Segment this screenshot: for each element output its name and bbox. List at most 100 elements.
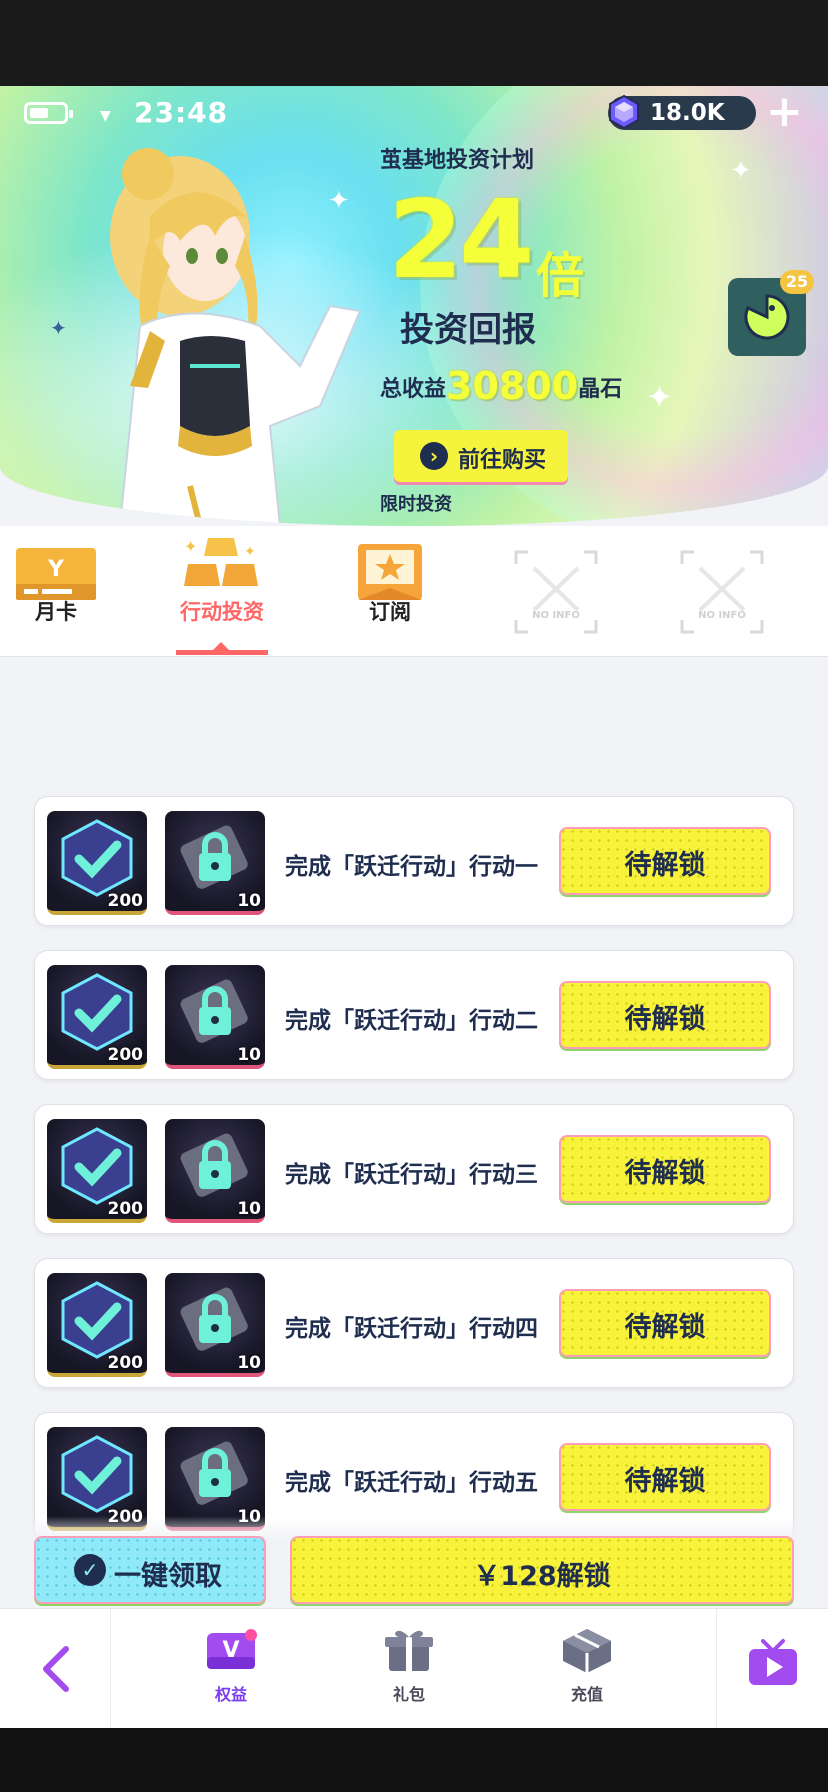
- ticket-reward[interactable]: 10: [165, 965, 265, 1069]
- reward-count: 200: [107, 1353, 144, 1373]
- task-row: 200 10 完成「跃迁行动」行动一 待解锁: [34, 796, 794, 926]
- go-buy-button[interactable]: › 前往购买: [394, 430, 568, 482]
- purchase-unlock-button[interactable]: ￥128解锁: [290, 1536, 794, 1604]
- signal-icon: ▼: [100, 108, 111, 124]
- sparkle-icon: ✦: [730, 156, 752, 186]
- task-row: 200 10 完成「跃迁行动」行动三 待解锁: [34, 1104, 794, 1234]
- tv-icon: [749, 1639, 797, 1685]
- tab-placeholder[interactable]: NO INFO: [672, 526, 772, 656]
- no-info-icon: [514, 550, 598, 634]
- crystal-amount: 18.0K: [650, 100, 725, 126]
- ticket-reward[interactable]: 10: [165, 1273, 265, 1377]
- crystal-reward[interactable]: 200: [47, 965, 147, 1069]
- gold-bars-icon: ✦ ✦: [184, 537, 258, 586]
- back-button[interactable]: [0, 1609, 111, 1728]
- reward-count: 10: [237, 891, 261, 911]
- pending-unlock-button[interactable]: 待解锁: [559, 1443, 771, 1511]
- chevron-right-icon: ›: [420, 442, 448, 470]
- pending-unlock-label: 待解锁: [624, 1158, 706, 1189]
- task-description: 完成「跃迁行动」行动五: [285, 1470, 538, 1496]
- character-illustration: [110, 148, 360, 526]
- pending-unlock-button[interactable]: 待解锁: [559, 1289, 771, 1357]
- reward-count: 200: [107, 1045, 144, 1065]
- go-buy-label: 前往购买: [458, 448, 547, 473]
- crystal-reward[interactable]: 200: [47, 1273, 147, 1377]
- ticket-reward[interactable]: 10: [165, 811, 265, 915]
- limited-label: 限时投资: [380, 494, 452, 515]
- system-bar: [0, 1728, 828, 1792]
- claim-all-label: 一键领取: [114, 1561, 222, 1592]
- reward-count: 10: [237, 1199, 261, 1219]
- svg-text:Y: Y: [47, 557, 65, 582]
- svg-text:✦: ✦: [244, 544, 256, 560]
- task-row: 200 10 完成「跃迁行动」行动四 待解锁: [34, 1258, 794, 1388]
- task-description: 完成「跃迁行动」行动一: [285, 854, 538, 880]
- plan-title: 茧基地投资计划: [380, 148, 535, 173]
- nav-gift[interactable]: 礼包: [364, 1627, 454, 1705]
- claim-all-button[interactable]: ✓ 一键领取: [34, 1536, 266, 1604]
- tab-placeholder[interactable]: NO INFO: [506, 526, 606, 656]
- return-label: 投资回报: [400, 310, 536, 350]
- chevron-left-icon: [43, 1646, 69, 1692]
- pending-unlock-button[interactable]: 待解锁: [559, 1135, 771, 1203]
- battery-icon: [24, 102, 73, 124]
- no-info-icon: [680, 550, 764, 634]
- tab-monthly-card[interactable]: Y 月卡: [0, 526, 112, 656]
- reward-count: 200: [107, 1199, 144, 1219]
- multiplier-suffix: 倍: [536, 248, 585, 304]
- crystal-icon: [609, 94, 639, 130]
- action-bar: ✓ 一键领取 ￥128解锁: [0, 1516, 828, 1616]
- video-button[interactable]: [716, 1609, 828, 1728]
- crystal-reward[interactable]: 200: [47, 811, 147, 915]
- active-tab-underline: [176, 650, 268, 655]
- task-description: 完成「跃迁行动」行动二: [285, 1008, 538, 1034]
- status-time: 23:48: [134, 96, 229, 129]
- cube-icon: [563, 1629, 611, 1673]
- reward-count: 200: [107, 891, 144, 911]
- pending-unlock-label: 待解锁: [624, 1312, 706, 1343]
- app-window: ▼ 23:48 18.0K + ✦ ✦ ✦ ✦ 茧基地投资计划 24 倍 投资回…: [0, 86, 828, 1728]
- tab-subscription[interactable]: 订阅: [330, 526, 450, 656]
- vip-icon: V: [207, 1629, 257, 1669]
- status-bar: ▼ 23:48 18.0K +: [0, 86, 828, 136]
- svg-text:✦: ✦: [184, 537, 197, 556]
- task-description: 完成「跃迁行动」行动三: [285, 1162, 538, 1188]
- total-unit: 晶石: [578, 377, 623, 402]
- nav-label: 充值: [570, 1685, 603, 1704]
- ticket-reward[interactable]: 10: [165, 1119, 265, 1223]
- tab-label: 订阅: [369, 600, 411, 624]
- reward-count: 10: [237, 1353, 261, 1373]
- crystal-reward[interactable]: 200: [47, 1119, 147, 1223]
- tab-label: NO INFO: [698, 610, 746, 621]
- tab-label: 行动投资: [180, 600, 264, 624]
- tab-label: 月卡: [35, 600, 77, 624]
- task-description: 完成「跃迁行动」行动四: [285, 1316, 538, 1342]
- gift-icon: [385, 1630, 433, 1671]
- sparkle-icon: ✦: [646, 378, 673, 416]
- total-value: 30800: [446, 364, 579, 408]
- pending-unlock-label: 待解锁: [624, 850, 706, 881]
- task-list[interactable]: 200 10 完成「跃迁行动」行动一 待解锁 200 10 完成「跃迁行动」行动…: [0, 656, 828, 1696]
- nav-label: 权益: [214, 1685, 247, 1704]
- svg-text:V: V: [222, 1638, 239, 1663]
- total-prefix: 总收益: [380, 377, 447, 402]
- nav-benefits[interactable]: V 权益: [186, 1627, 276, 1705]
- tab-action-investment[interactable]: ✦ ✦ 行动投资: [160, 526, 284, 656]
- nav-recharge[interactable]: 充值: [542, 1627, 632, 1705]
- task-row: 200 10 完成「跃迁行动」行动二 待解锁: [34, 950, 794, 1080]
- pending-unlock-button[interactable]: 待解锁: [559, 827, 771, 895]
- purchase-unlock-label: ￥128解锁: [473, 1561, 611, 1592]
- nav-label: 礼包: [392, 1685, 425, 1704]
- sparkle-icon: ✦: [328, 186, 350, 216]
- crystal-balance[interactable]: 18.0K: [608, 94, 756, 130]
- active-tab-caret: [213, 642, 229, 650]
- category-tabs: Y 月卡 ✦ ✦ 行动投资 订阅 NO INFO NO INFO: [0, 526, 828, 657]
- event-count-badge: 25: [780, 270, 814, 294]
- pending-unlock-button[interactable]: 待解锁: [559, 981, 771, 1049]
- check-icon: ✓: [74, 1554, 106, 1586]
- total-earnings: 总收益30800晶石: [380, 364, 622, 408]
- banner: ▼ 23:48 18.0K + ✦ ✦ ✦ ✦ 茧基地投资计划 24 倍 投资回…: [0, 86, 828, 526]
- pending-unlock-label: 待解锁: [624, 1004, 706, 1035]
- add-currency-icon[interactable]: +: [766, 90, 803, 134]
- tab-label: NO INFO: [532, 610, 580, 621]
